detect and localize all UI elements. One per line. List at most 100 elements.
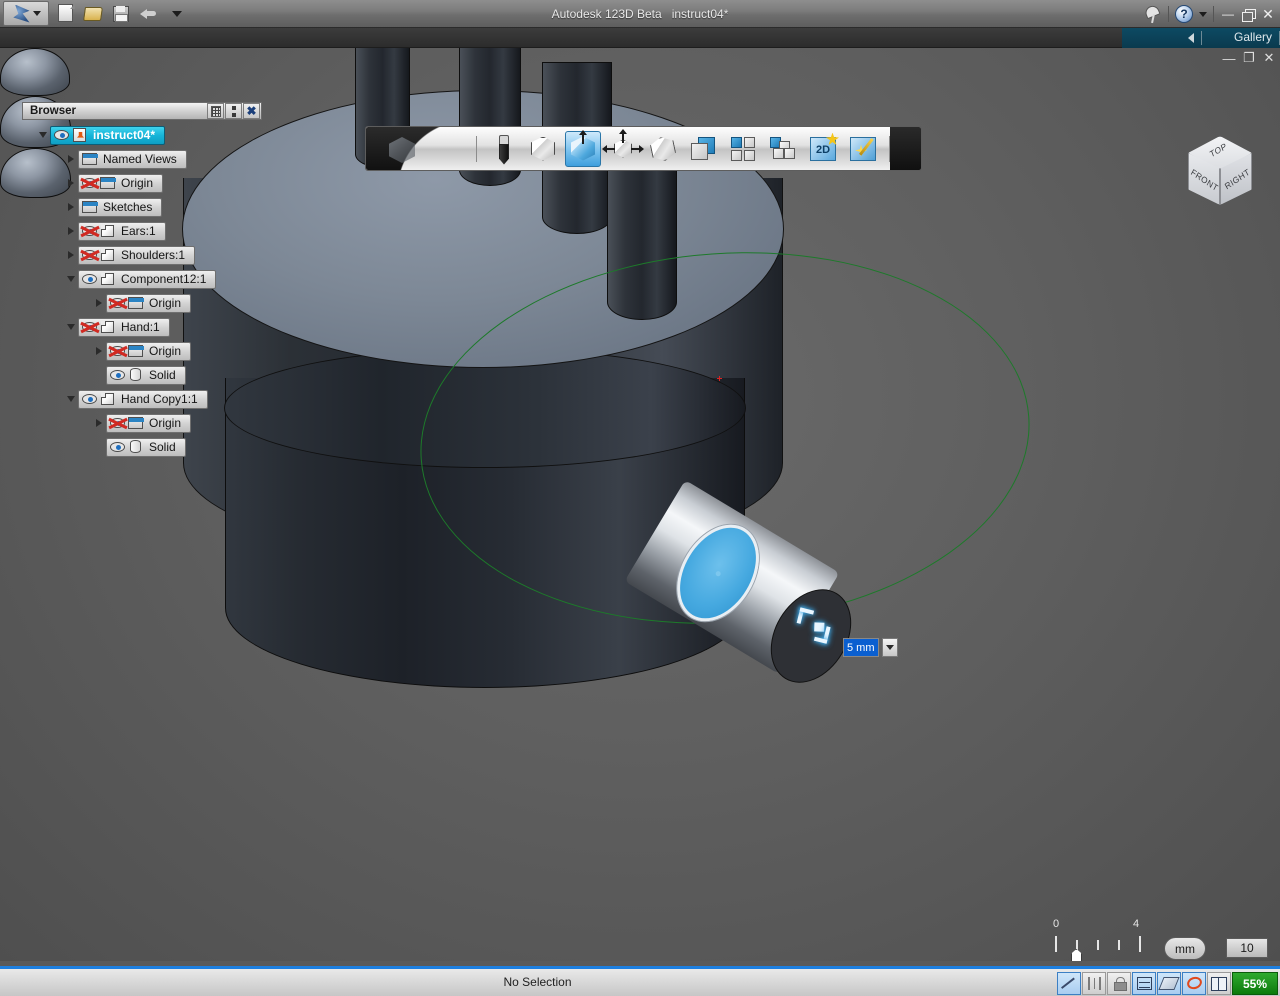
twisty[interactable] xyxy=(64,320,78,334)
twisty[interactable] xyxy=(92,368,106,382)
tree-node[interactable]: Origin xyxy=(22,173,262,193)
restore-icon[interactable] xyxy=(1242,9,1254,20)
plane-toggle[interactable] xyxy=(1157,972,1181,995)
tree-node[interactable]: Hand Copy1:1 xyxy=(22,389,262,409)
eye-hidden-icon[interactable] xyxy=(109,415,127,431)
gallery-label[interactable]: Gallery xyxy=(1234,30,1272,44)
tree-node-chip[interactable]: Named Views xyxy=(78,150,187,169)
tree-node[interactable]: Solid xyxy=(22,437,262,457)
twisty[interactable] xyxy=(64,152,78,166)
tree-node[interactable]: instruct04* xyxy=(22,125,262,145)
measure-toggle[interactable] xyxy=(1057,972,1081,995)
twisty[interactable] xyxy=(36,128,50,142)
twisty[interactable] xyxy=(64,392,78,406)
dimension-input[interactable]: 5 mm xyxy=(843,638,879,657)
lock-toggle[interactable] xyxy=(1107,972,1131,995)
tree-node-chip[interactable]: Solid xyxy=(106,366,186,385)
eye-hidden-icon[interactable] xyxy=(81,247,99,263)
twisty[interactable] xyxy=(64,200,78,214)
eye-hidden-icon[interactable] xyxy=(109,343,127,359)
sketch-pencil-tool[interactable] xyxy=(485,131,521,167)
eye-visible-icon[interactable] xyxy=(109,439,127,455)
twisty[interactable] xyxy=(92,440,106,454)
satellite-dish-icon[interactable] xyxy=(1144,5,1162,23)
grid-view-icon[interactable] xyxy=(207,103,224,119)
smart-tool[interactable] xyxy=(845,131,881,167)
tree-node[interactable]: Named Views xyxy=(22,149,262,169)
dots-menu-icon[interactable] xyxy=(225,103,242,119)
tree-node[interactable]: Origin xyxy=(22,341,262,361)
doc-restore-icon[interactable]: ❐ xyxy=(1242,50,1256,66)
tree-node[interactable]: Shoulders:1 xyxy=(22,245,262,265)
ruler-max-box[interactable]: 10 xyxy=(1226,938,1268,958)
magic-wand-icon xyxy=(850,137,876,161)
tree-node[interactable]: Origin xyxy=(22,293,262,313)
eye-visible-icon[interactable] xyxy=(109,367,127,383)
chevron-down-icon[interactable] xyxy=(882,638,898,657)
close-panel-icon[interactable]: ✖ xyxy=(243,103,260,119)
dimension-input-group[interactable]: 5 mm xyxy=(843,638,898,657)
twisty[interactable] xyxy=(64,248,78,262)
tree-node[interactable]: Sketches xyxy=(22,197,262,217)
tree-node[interactable]: Solid xyxy=(22,365,262,385)
drawing-2d-tool[interactable]: 2D xyxy=(805,131,841,167)
tree-node-chip[interactable]: Ears:1 xyxy=(78,222,166,241)
brackets-icon xyxy=(1088,977,1101,990)
tree-node-chip[interactable]: Hand:1 xyxy=(78,318,170,337)
eye-visible-icon[interactable] xyxy=(81,271,99,287)
tree-node-chip[interactable]: Origin xyxy=(78,174,163,193)
ruler-slider-handle[interactable] xyxy=(1071,949,1082,961)
twisty[interactable] xyxy=(64,272,78,286)
tree-node-chip[interactable]: Sketches xyxy=(78,198,162,217)
3d-viewport[interactable]: 5 mm TOP FRONT RIGHT 0 4 1 mm 10 xyxy=(0,48,1280,961)
left-arrow-icon[interactable] xyxy=(1188,33,1194,43)
tree-node-chip[interactable]: Hand Copy1:1 xyxy=(78,390,208,409)
view-cube[interactable]: TOP FRONT RIGHT xyxy=(1180,136,1262,222)
constraint-toggle[interactable] xyxy=(1082,972,1106,995)
eye-visible-icon[interactable] xyxy=(53,127,71,143)
modify-tool[interactable] xyxy=(605,131,641,167)
close-icon[interactable]: ✕ xyxy=(1260,5,1276,23)
twisty[interactable] xyxy=(92,344,106,358)
tree-node-chip[interactable]: Component12:1 xyxy=(78,270,216,289)
twisty[interactable] xyxy=(92,416,106,430)
eye-hidden-icon[interactable] xyxy=(109,295,127,311)
tree-node[interactable]: Hand:1 xyxy=(22,317,262,337)
tree-node-chip[interactable]: Shoulders:1 xyxy=(78,246,195,265)
combine-tool[interactable] xyxy=(685,131,721,167)
snap-toggle[interactable] xyxy=(1132,972,1156,995)
twisty[interactable] xyxy=(64,224,78,238)
ruler-unit-pill[interactable]: mm xyxy=(1164,937,1206,960)
twisty[interactable] xyxy=(64,176,78,190)
tree-node[interactable]: Ears:1 xyxy=(22,221,262,241)
tree-node-label: Ears:1 xyxy=(117,224,158,238)
tree-node[interactable]: Origin xyxy=(22,413,262,433)
view-toggle[interactable] xyxy=(1207,972,1231,995)
selected-cylinder[interactable] xyxy=(630,498,845,673)
eye-hidden-icon[interactable] xyxy=(81,223,99,239)
scale-ruler-widget[interactable]: 0 4 1 mm 10 xyxy=(1045,918,1275,961)
orbit-toggle[interactable] xyxy=(1182,972,1206,995)
doc-close-icon[interactable]: ✕ xyxy=(1262,50,1276,66)
ruler-tick xyxy=(1139,936,1141,952)
assembly-tool[interactable] xyxy=(765,131,801,167)
eye-hidden-icon[interactable] xyxy=(81,175,99,191)
doc-minimize-icon[interactable]: — xyxy=(1222,51,1236,66)
eye-hidden-icon[interactable] xyxy=(81,319,99,335)
tree-node-chip[interactable]: Origin xyxy=(106,414,191,433)
window-title: Autodesk 123D Betainstruct04* xyxy=(0,0,1280,28)
eye-visible-icon[interactable] xyxy=(81,391,99,407)
minimize-icon[interactable]: — xyxy=(1220,5,1236,23)
tree-node-chip[interactable]: Origin xyxy=(106,342,191,361)
help-question-icon[interactable]: ? xyxy=(1175,5,1193,23)
tree-node-chip[interactable]: instruct04* xyxy=(50,126,165,145)
primitives-tool[interactable] xyxy=(525,131,561,167)
twisty[interactable] xyxy=(92,296,106,310)
tree-node-chip[interactable]: Origin xyxy=(106,294,191,313)
help-dropdown-caret-icon[interactable] xyxy=(1199,12,1207,17)
construct-tool[interactable] xyxy=(565,131,601,167)
grid-tool[interactable] xyxy=(725,131,761,167)
tree-node-chip[interactable]: Solid xyxy=(106,438,186,457)
tree-node[interactable]: Component12:1 xyxy=(22,269,262,289)
pattern-tool[interactable] xyxy=(645,131,681,167)
